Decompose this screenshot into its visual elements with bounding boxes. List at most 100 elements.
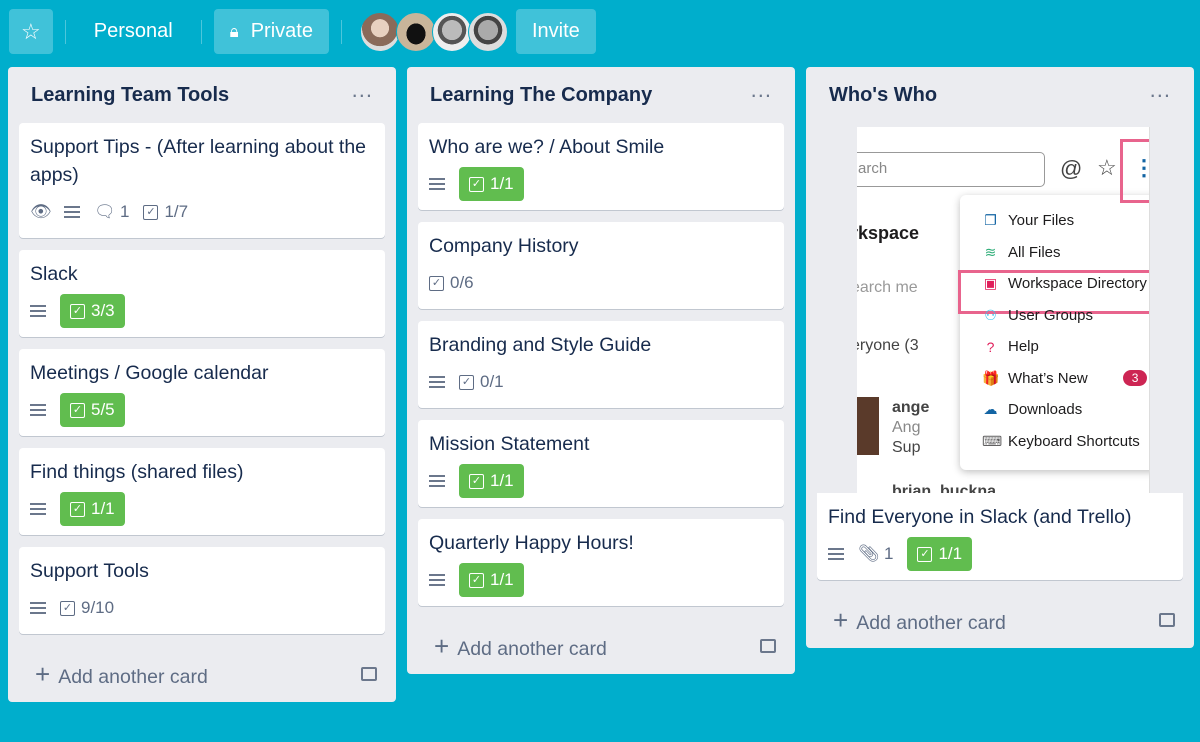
slack-user1: ange [892,399,930,416]
card[interactable]: Find things (shared files) ✓ 1/1 [19,448,385,535]
add-card-button[interactable]: + Add another card [418,618,784,674]
card[interactable]: Slack ✓ 3/3 [19,250,385,337]
checklist-icon: ✓ [143,204,159,220]
checklist-count: 0/1 [480,372,504,391]
list: Learning The Company... Who are we? / Abo… [407,67,795,674]
card[interactable]: Support Tools ✓ 9/10 [19,547,385,634]
plus-icon: + [434,630,450,661]
list-header: Learning The Company... [418,67,784,123]
slack-search-members: earch me [857,279,918,296]
checklist-icon: ✓ [917,546,933,562]
checklist-badge: ✓ 1/1 [459,563,524,597]
card[interactable]: Branding and Style Guide ✓ 0/1 [418,321,784,408]
checklist-badge: ✓ 3/3 [60,294,125,328]
menu-item-label: Keyboard Shortcuts [1008,432,1140,450]
menu-item-downloads[interactable]: ☁ Downloads [982,401,1083,418]
menu-item-what-s-new[interactable]: 🎁 What’s New 3 [982,369,1148,387]
slack-user2: brian_buckna [892,483,997,493]
add-card-text: Add another card [457,637,607,660]
add-card-button[interactable]: + Add another card [19,646,385,702]
add-card-label: + Add another card [434,631,607,662]
card-template-icon[interactable] [1159,613,1175,627]
member-avatars [359,11,508,52]
menu-item-label: Help [1008,338,1039,355]
board-header: ☆ Personal 🔒︎ Private Invite [9,9,596,54]
description-icon [429,178,445,190]
list-title[interactable]: Who's Who [829,84,937,107]
list-menu-icon[interactable]: ... [751,79,772,101]
invite-label: Invite [531,20,580,42]
checklist-badge: ✓ 1/1 [60,492,125,526]
team-button[interactable]: Personal [66,20,201,43]
description-icon [30,602,46,614]
checklist-count: 9/10 [81,598,115,617]
card-badges: ✓ 1/1 [429,464,773,498]
description-badge [828,537,844,571]
card[interactable]: Support Tips - (After learning about the… [19,123,385,238]
list-header: Who's Who... [817,67,1183,123]
description-icon [828,548,844,560]
add-card-button[interactable]: + Add another card [817,592,1183,648]
description-icon [30,503,46,515]
list-title[interactable]: Learning Team Tools [31,84,229,107]
list-menu-icon[interactable]: ... [1150,79,1171,101]
notification-badge: 3 [1122,370,1148,386]
card-template-icon[interactable] [760,639,776,653]
plus-icon: + [833,604,849,635]
star-board-button[interactable]: ☆ [9,9,53,54]
list-menu-icon[interactable]: ... [352,79,373,101]
card[interactable]: arch@☆⋮rkspaceearch meeryone (3angeAngSu… [817,127,1183,580]
checklist-count: 1/1 [91,499,115,518]
menu-item-user-groups[interactable]: ⚇ User Groups [982,307,1093,324]
help-icon: ? [986,338,995,355]
menu-item-keyboard-shortcuts[interactable]: ⌨ Keyboard Shortcuts [982,433,1140,450]
menu-item-your-files[interactable]: ❐ Your Files [982,212,1074,229]
description-badge [30,393,46,427]
card[interactable]: Quarterly Happy Hours! ✓ 1/1 [418,519,784,606]
card-badges: 👁︎ 🗨︎ 1 ✓ 1/7 [30,195,374,229]
list-title[interactable]: Learning The Company [430,84,652,107]
attachment-badge: 📎︎ 1 [858,537,893,571]
checklist-badge: ✓ 0/6 [429,266,474,300]
checklist-icon: ✓ [70,402,85,418]
menu-item-all-files[interactable]: ≋ All Files [982,244,1061,261]
description-icon [429,574,445,586]
card-title: Company History [429,235,579,257]
menu-item-help[interactable]: ? Help [982,338,1039,355]
card-badges: ✓ 0/6 [429,266,773,300]
add-card-text: Add another card [856,611,1006,634]
card-title: Who are we? / About Smile [429,136,665,158]
description-badge [429,464,445,498]
card-badges: ✓ 1/1 [429,563,773,597]
list: Who's Who...arch@☆⋮rkspaceearch meeryone… [806,67,1194,648]
card-title: Find Everyone in Slack (and Trello) [828,506,1132,528]
card[interactable]: Who are we? / About Smile ✓ 1/1 [418,123,784,210]
description-icon [30,305,46,317]
avatar[interactable] [395,11,436,52]
avatar[interactable] [359,11,400,52]
checklist-icon: ✓ [459,374,474,390]
card-title: Branding and Style Guide [429,334,652,356]
avatar[interactable] [467,11,508,52]
slack-workspace: rkspace [857,223,920,243]
card[interactable]: Mission Statement ✓ 1/1 [418,420,784,507]
checklist-count: 1/1 [490,174,514,193]
more-menu: ❐ Your Files ≋ All Files ▣ Workspace Director… [958,195,1149,470]
checklist-icon: ✓ [469,572,484,588]
menu-item-label: What’s New [1008,369,1088,387]
visibility-button[interactable]: 🔒︎ Private [213,9,329,54]
download-cloud-icon: ☁ [983,401,998,417]
comment-count: 1 [120,202,130,221]
divider [340,19,342,44]
invite-button[interactable]: Invite [515,9,596,54]
card-title: Support Tools [30,560,149,582]
eye-icon: 👁︎ [30,202,52,221]
card-template-icon[interactable] [361,667,377,681]
checklist-badge: ✓ 1/1 [459,464,524,498]
avatar[interactable] [431,11,472,52]
menu-item-label: User Groups [1008,306,1094,324]
checklist-badge: ✓ 0/1 [459,365,504,399]
card[interactable]: Company History ✓ 0/6 [418,222,784,309]
card[interactable]: Meetings / Google calendar ✓ 5/5 [19,349,385,436]
description-badge [30,492,46,526]
